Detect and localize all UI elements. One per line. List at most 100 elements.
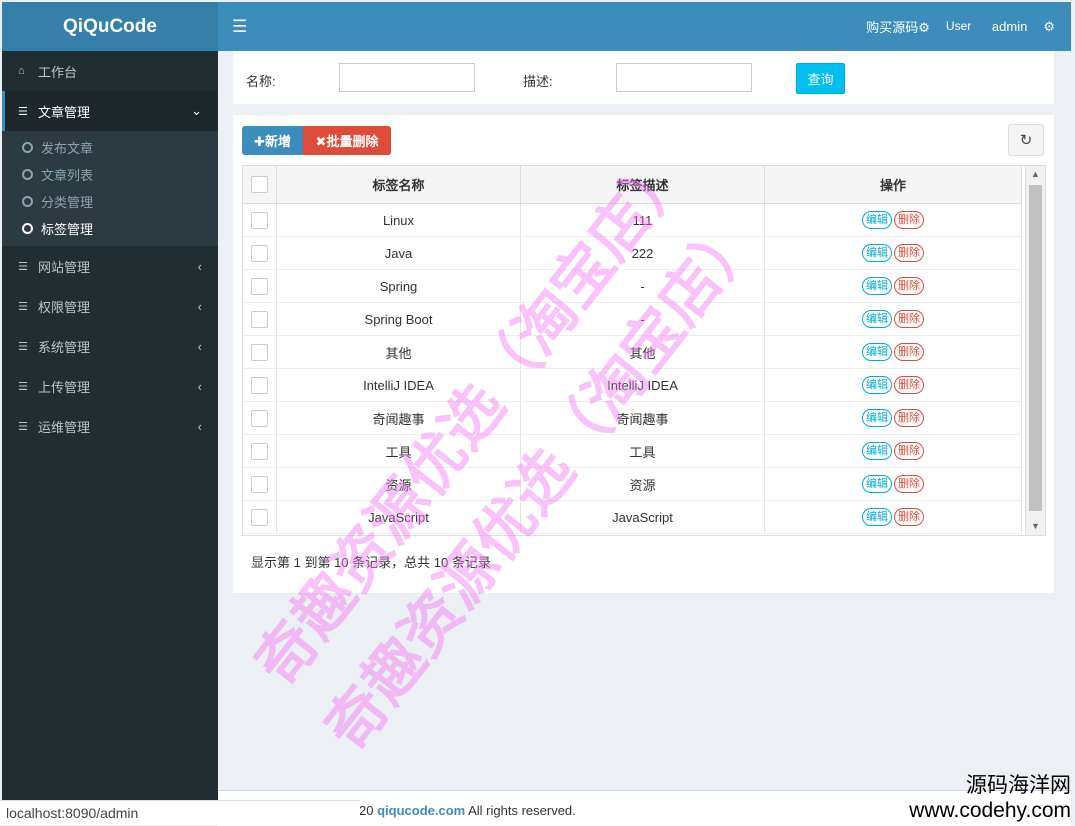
footer-text: 20 qiqucode.com All rights reserved.	[359, 803, 576, 818]
corner-watermark-url: www.codehy.com	[909, 799, 1071, 822]
tag-name-cell: Java	[276, 236, 521, 270]
row-checkbox[interactable]	[251, 277, 268, 295]
row-checkbox[interactable]	[251, 310, 268, 328]
tag-desc-cell: IntelliJ IDEA	[520, 368, 765, 402]
row-checkbox[interactable]	[251, 376, 268, 394]
settings-gears-icon[interactable]: ⚙	[1043, 19, 1055, 35]
tag-desc-cell: 111	[520, 203, 765, 237]
sidebar-subitem-tags[interactable]: 标签管理	[2, 215, 218, 242]
delete-button[interactable]: 删除	[894, 409, 924, 427]
row-select-cell	[243, 335, 277, 369]
chevron-left-icon: ‹	[197, 418, 202, 434]
delete-button[interactable]: 删除	[894, 442, 924, 460]
edit-button[interactable]: 编辑	[862, 475, 892, 493]
scroll-up-arrow-icon[interactable]: ▲	[1026, 166, 1045, 183]
query-button[interactable]: 查询	[796, 63, 845, 94]
edit-button[interactable]: 编辑	[862, 244, 892, 262]
row-select-cell	[243, 203, 277, 237]
sidebar-item-upload[interactable]: ☰ 上传管理 ‹	[2, 366, 218, 406]
chevron-down-icon: ⌄	[191, 103, 202, 118]
tag-name-cell: 工具	[276, 434, 521, 468]
sidebar-subitem-article-list[interactable]: 文章列表	[2, 161, 218, 188]
col-header-actions: 操作	[764, 166, 1022, 204]
row-select-cell	[243, 401, 277, 435]
row-checkbox[interactable]	[251, 442, 268, 460]
sidebar-subitem-categories[interactable]: 分类管理	[2, 188, 218, 215]
col-header-name[interactable]: 标签名称	[276, 166, 521, 204]
sidebar-item-label: 系统管理	[38, 339, 91, 355]
scrollbar-thumb[interactable]	[1029, 185, 1042, 511]
table-row: Linux 111 编辑 删除	[243, 203, 1022, 237]
row-checkbox[interactable]	[251, 475, 268, 493]
add-button[interactable]: ✚新增	[242, 126, 303, 155]
delete-button[interactable]: 删除	[894, 310, 924, 328]
sidebar-item-website[interactable]: ☰ 网站管理 ‹	[2, 246, 218, 286]
delete-button[interactable]: 删除	[894, 475, 924, 493]
edit-button[interactable]: 编辑	[862, 442, 892, 460]
user-avatar[interactable]: User	[946, 20, 976, 33]
tag-name-cell: 奇闻趣事	[276, 401, 521, 435]
subitem-label: 文章列表	[41, 168, 94, 183]
col-header-desc[interactable]: 标签描述	[520, 166, 765, 204]
top-right-menu: 购买源码⚙ User admin ⚙	[866, 2, 1071, 51]
select-all-checkbox[interactable]	[251, 176, 268, 194]
footer-rights: All rights reserved.	[468, 803, 576, 818]
sidebar-item-permissions[interactable]: ☰ 权限管理 ‹	[2, 286, 218, 326]
edit-button[interactable]: 编辑	[862, 277, 892, 295]
home-icon: ⌂	[18, 65, 25, 77]
edit-button[interactable]: 编辑	[862, 343, 892, 361]
delete-button[interactable]: 删除	[894, 277, 924, 295]
delete-button[interactable]: 删除	[894, 244, 924, 262]
edit-button[interactable]: 编辑	[862, 376, 892, 394]
actions-cell: 编辑 删除	[764, 368, 1022, 402]
sidebar-item-dashboard[interactable]: ⌂ 工作台	[2, 51, 218, 91]
row-checkbox[interactable]	[251, 409, 268, 427]
footer-site-link[interactable]: qiqucode.com	[377, 803, 465, 818]
sidebar-item-system[interactable]: ☰ 系统管理 ‹	[2, 326, 218, 366]
edit-button[interactable]: 编辑	[862, 310, 892, 328]
desc-input[interactable]	[616, 63, 752, 92]
table-scrollbar[interactable]: ▲ ▼	[1025, 166, 1045, 535]
delete-button[interactable]: 删除	[894, 376, 924, 394]
table-row: IntelliJ IDEA IntelliJ IDEA 编辑 删除	[243, 368, 1022, 402]
bars-icon[interactable]: ☰	[232, 17, 247, 37]
pagination-info: 显示第 1 到第 10 条记录，总共 10 条记录	[251, 555, 491, 570]
row-select-cell	[243, 500, 277, 534]
sidebar-subitem-publish[interactable]: 发布文章	[2, 134, 218, 161]
delete-button[interactable]: 删除	[894, 211, 924, 229]
buy-source-link[interactable]: 购买源码⚙	[866, 17, 930, 36]
table-row: 奇闻趣事 奇闻趣事 编辑 删除	[243, 401, 1022, 435]
row-select-cell	[243, 236, 277, 270]
refresh-button[interactable]: ↻	[1008, 124, 1044, 156]
row-checkbox[interactable]	[251, 343, 268, 361]
actions-cell: 编辑 删除	[764, 335, 1022, 369]
subitem-label: 发布文章	[41, 141, 94, 156]
scroll-down-arrow-icon[interactable]: ▼	[1026, 518, 1045, 535]
sidebar-item-articles[interactable]: ☰ 文章管理 ⌄	[2, 91, 218, 131]
name-input[interactable]	[339, 63, 475, 92]
chevron-left-icon: ‹	[197, 338, 202, 354]
row-select-cell	[243, 269, 277, 303]
sidebar-item-label: 文章管理	[38, 104, 91, 120]
articles-submenu: 发布文章 文章列表 分类管理 标签管理	[2, 131, 218, 246]
table-row: Spring - 编辑 删除	[243, 269, 1022, 303]
delete-button[interactable]: 删除	[894, 343, 924, 361]
sidebar-item-label: 网站管理	[38, 259, 91, 275]
row-checkbox[interactable]	[251, 508, 268, 526]
edit-button[interactable]: 编辑	[862, 508, 892, 526]
browser-status-url: localhost:8090/admin	[0, 800, 360, 825]
tags-table: 标签名称 标签描述 操作 Linux 111 编辑 删除 Java 222 编辑 删除 Spri…	[242, 165, 1046, 536]
actions-cell: 编辑 删除	[764, 236, 1022, 270]
subitem-label: 分类管理	[41, 195, 94, 210]
batch-delete-button[interactable]: ✖批量删除	[303, 126, 391, 155]
row-checkbox[interactable]	[251, 211, 268, 229]
row-select-cell	[243, 368, 277, 402]
list-icon: ☰	[18, 340, 28, 353]
app-logo[interactable]: QiQuCode	[2, 2, 218, 51]
edit-button[interactable]: 编辑	[862, 409, 892, 427]
sidebar-item-ops[interactable]: ☰ 运维管理 ‹	[2, 406, 218, 446]
row-checkbox[interactable]	[251, 244, 268, 262]
delete-button[interactable]: 删除	[894, 508, 924, 526]
username[interactable]: admin	[992, 19, 1027, 34]
edit-button[interactable]: 编辑	[862, 211, 892, 229]
